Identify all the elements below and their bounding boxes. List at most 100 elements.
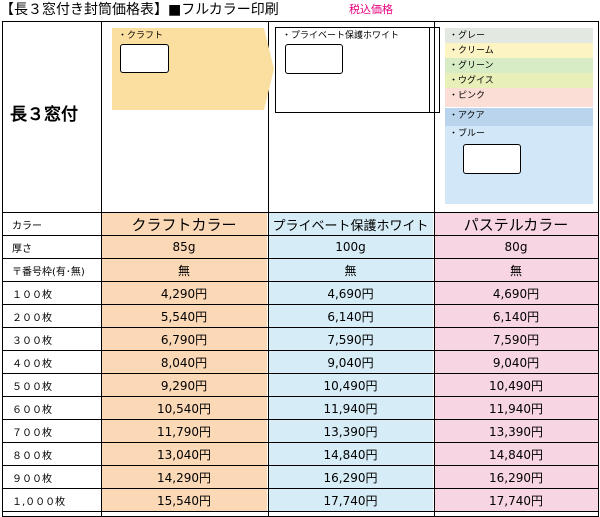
price-private: 4,690円 bbox=[268, 282, 433, 304]
table-row: １００枚 4,290円 4,690円 4,690円 bbox=[2, 282, 598, 304]
quantity-cell: ２００枚 bbox=[12, 312, 52, 324]
postal-frame-kraft: 無 bbox=[101, 259, 267, 281]
price-pastel: 17,740円 bbox=[434, 489, 598, 511]
price-pastel: 6,140円 bbox=[434, 305, 598, 327]
price-pastel: 10,490円 bbox=[434, 374, 598, 396]
price-kraft: 4,290円 bbox=[101, 282, 267, 304]
row-divider bbox=[2, 488, 599, 489]
price-kraft: 13,040円 bbox=[101, 443, 267, 465]
private-envelope: ・プライベート保護ホワイト bbox=[275, 27, 440, 113]
price-private: 10,490円 bbox=[268, 374, 433, 396]
envelope-flap bbox=[585, 88, 593, 107]
row-divider bbox=[2, 465, 599, 466]
col-header-pastel: パステルカラー bbox=[434, 213, 598, 235]
pastel-envelope-pink: ・ピンク bbox=[445, 88, 593, 107]
price-pastel: 16,290円 bbox=[434, 466, 598, 488]
envelope-type-label: 長３窓付 bbox=[2, 22, 99, 212]
col-header-private: プライベート保護ホワイト bbox=[268, 213, 433, 235]
row-divider bbox=[2, 511, 599, 512]
envelope-flap bbox=[585, 108, 593, 127]
color-label: カラー bbox=[12, 220, 42, 232]
envelope-window bbox=[285, 44, 343, 74]
envelope-window bbox=[463, 144, 521, 174]
postal-frame-pastel: 無 bbox=[434, 259, 598, 281]
price-pastel: 7,590円 bbox=[434, 328, 598, 350]
table-header-row: カラー クラフトカラー プライベート保護ホワイト パステルカラー bbox=[2, 213, 598, 235]
price-pastel: 13,390円 bbox=[434, 420, 598, 442]
price-private: 11,940円 bbox=[268, 397, 433, 419]
postal-frame-private: 無 bbox=[268, 259, 433, 281]
pastel-label-aqua: ・アクア bbox=[449, 111, 485, 121]
row-divider bbox=[2, 373, 599, 374]
quantity-cell: １００枚 bbox=[12, 289, 52, 301]
row-divider bbox=[2, 304, 599, 305]
price-kraft: 9,290円 bbox=[101, 374, 267, 396]
price-kraft: 10,540円 bbox=[101, 397, 267, 419]
price-kraft: 5,540円 bbox=[101, 305, 267, 327]
thickness-pastel: 80g bbox=[434, 236, 598, 258]
price-private: 9,040円 bbox=[268, 351, 433, 373]
pastel-label-blue: ・ブルー bbox=[449, 129, 486, 139]
price-pastel: 14,840円 bbox=[434, 443, 598, 465]
thickness-label: 厚さ bbox=[12, 243, 32, 255]
row-divider bbox=[2, 258, 599, 259]
col-divider bbox=[268, 212, 269, 517]
price-private: 17,740円 bbox=[268, 489, 433, 511]
postal-frame-row: 〒番号枠(有･無) 無 無 無 bbox=[2, 259, 598, 281]
table-row: ９００枚 14,290円 16,290円 16,290円 bbox=[2, 466, 598, 488]
table-row: ４００枚 8,040円 9,040円 9,040円 bbox=[2, 351, 598, 373]
pastel-label-uguisu: ・ウグイス bbox=[449, 76, 494, 86]
price-private: 6,140円 bbox=[268, 305, 433, 327]
price-pastel: 11,940円 bbox=[434, 397, 598, 419]
pastel-label-green: ・グリーン bbox=[449, 61, 494, 71]
thickness-kraft: 85g bbox=[101, 236, 267, 258]
row-divider bbox=[2, 235, 599, 236]
price-kraft: 15,540円 bbox=[101, 489, 267, 511]
tax-included-note: 税込価格 bbox=[349, 3, 393, 16]
price-private: 16,290円 bbox=[268, 466, 433, 488]
pastel-envelope-aqua: ・アクア bbox=[445, 108, 593, 127]
table-row: １,０００枚 15,540円 17,740円 17,740円 bbox=[2, 489, 598, 511]
pastel-label-cream: ・クリーム bbox=[449, 46, 494, 56]
row-divider bbox=[2, 442, 599, 443]
thickness-private: 100g bbox=[268, 236, 433, 258]
table-row: ５００枚 9,290円 10,490円 10,490円 bbox=[2, 374, 598, 396]
envelope-type-text: 長３窓付 bbox=[10, 105, 78, 125]
table-row: ７００枚 11,790円 13,390円 13,390円 bbox=[2, 420, 598, 442]
row-divider bbox=[2, 281, 599, 282]
table-row: ８００枚 13,040円 14,840円 14,840円 bbox=[2, 443, 598, 465]
price-private: 14,840円 bbox=[268, 443, 433, 465]
kraft-envelope-image: ・クラフト bbox=[102, 22, 274, 212]
page-header: 【長３窓付き封筒価格表】■フルカラー印刷 税込価格 bbox=[0, 0, 600, 20]
price-pastel: 4,690円 bbox=[434, 282, 598, 304]
row-divider bbox=[2, 327, 599, 328]
pastel-envelope-image: ・グレー ・クリーム ・グリーン ・ウグイス ・ピンク ・アクア ・ブルー bbox=[435, 22, 598, 212]
quantity-cell: ７００枚 bbox=[12, 427, 52, 439]
price-pastel: 9,040円 bbox=[434, 351, 598, 373]
price-kraft: 6,790円 bbox=[101, 328, 267, 350]
price-kraft: 14,290円 bbox=[101, 466, 267, 488]
quantity-cell: ８００枚 bbox=[12, 450, 52, 462]
envelope-flap bbox=[585, 126, 593, 204]
quantity-cell: １,０００枚 bbox=[12, 496, 66, 508]
quantity-cell: ３００枚 bbox=[12, 335, 52, 347]
postal-frame-label: 〒番号枠(有･無) bbox=[12, 266, 85, 278]
table-row: ３００枚 6,790円 7,590円 7,590円 bbox=[2, 328, 598, 350]
quantity-cell: ５００枚 bbox=[12, 381, 52, 393]
envelope-window bbox=[120, 44, 169, 73]
thickness-row: 厚さ 85g 100g 80g bbox=[2, 236, 598, 258]
price-kraft: 11,790円 bbox=[101, 420, 267, 442]
row-divider bbox=[2, 419, 599, 420]
private-envelope-image: ・プライベート保護ホワイト bbox=[269, 22, 440, 212]
col-divider bbox=[101, 212, 102, 517]
kraft-envelope: ・クラフト bbox=[112, 28, 274, 110]
quantity-cell: ６００枚 bbox=[12, 404, 52, 416]
table-row: ２００枚 5,540円 6,140円 6,140円 bbox=[2, 305, 598, 327]
row-divider bbox=[2, 350, 599, 351]
pastel-label-pink: ・ピンク bbox=[449, 91, 486, 101]
price-kraft: 8,040円 bbox=[101, 351, 267, 373]
row-divider bbox=[2, 396, 599, 397]
price-private: 13,390円 bbox=[268, 420, 433, 442]
col-header-kraft: クラフトカラー bbox=[101, 213, 267, 235]
kraft-envelope-label: ・クラフト bbox=[118, 31, 164, 41]
